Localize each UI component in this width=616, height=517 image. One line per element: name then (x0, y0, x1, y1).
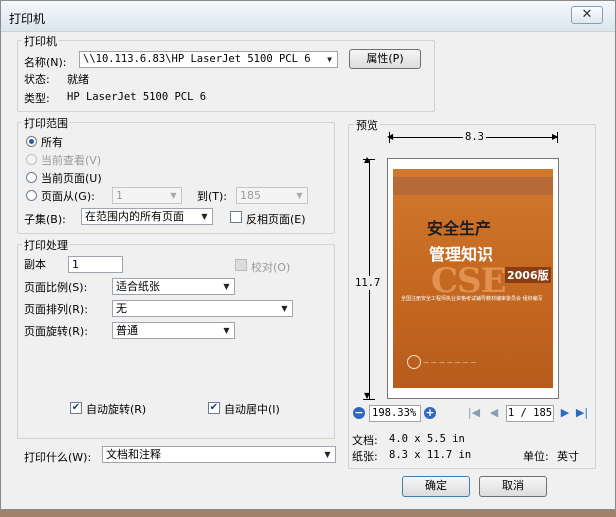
to-page-select: 185 ▼ (236, 187, 308, 204)
auto-rotate-label[interactable]: 自动旋转(R) (86, 401, 146, 417)
paper-size-value: 8.3 x 11.7 in (389, 449, 472, 461)
radio-pages-from[interactable] (26, 190, 37, 201)
copies-value: 1 (72, 258, 79, 271)
chevron-down-icon: ▼ (327, 55, 332, 64)
unit-label: 单位: (523, 450, 549, 463)
width-tick-right (557, 132, 558, 143)
radio-all[interactable] (26, 136, 37, 147)
publisher-logo-icon (407, 355, 421, 369)
publisher-line: — — — — — — — (423, 359, 477, 366)
cover-subtitle: 全国注册安全工程师执业资格考试辅导教材编审委员会 组织编写 (401, 296, 543, 302)
properties-button[interactable]: 属性(P) (349, 49, 421, 69)
unit-value: 英寸 (557, 450, 579, 463)
printer-name-value: \\10.113.6.83\HP LaserJet 5100 PCL 6 (83, 53, 311, 65)
auto-center-label[interactable]: 自动居中(I) (224, 401, 280, 417)
auto-rotate-checkbox[interactable]: ✔ (70, 402, 82, 414)
subset-value: 在范围内的所有页面 (85, 210, 184, 223)
close-button[interactable]: ✕ (571, 6, 603, 24)
page-scale-select[interactable]: 适合纸张 ▼ (112, 278, 235, 295)
book-cover-image: 安全生产 管理知识 CSE 2006版 全国注册安全工程师执业资格考试辅导教材编… (393, 169, 553, 388)
zoom-out-icon[interactable]: − (353, 407, 365, 419)
to-page-value: 185 (240, 189, 261, 202)
copies-input[interactable]: 1 (68, 256, 123, 273)
chevron-down-icon: ▼ (223, 282, 230, 291)
chevron-down-icon: ▼ (296, 191, 303, 200)
to-label: 到(T): (197, 190, 228, 203)
radio-current-page[interactable] (26, 172, 37, 183)
reverse-pages-label[interactable]: 反相页面(E) (246, 211, 306, 227)
radio-pages-from-label[interactable]: 页面从(G): (41, 188, 95, 204)
cover-edition: 2006版 (505, 267, 551, 283)
copies-label: 副本 (24, 258, 46, 271)
zoom-in-icon[interactable]: + (424, 407, 436, 419)
print-what-label: 打印什么(W): (24, 451, 92, 464)
title-bar: 打印机 ✕ (1, 1, 615, 32)
width-dimension-value: 8.3 (463, 131, 486, 143)
window-title: 打印机 (9, 12, 46, 26)
page-arrange-label: 页面排列(R): (24, 303, 88, 316)
chevron-down-icon: ▼ (281, 304, 288, 313)
document-size-value: 4.0 x 5.5 in (389, 433, 465, 445)
printer-group-label: 打印机 (22, 33, 59, 49)
subset-label: 子集(B): (24, 213, 66, 226)
print-what-value: 文档和注释 (106, 448, 161, 461)
cover-top-band (393, 177, 553, 195)
page-arrange-select[interactable]: 无 ▼ (112, 300, 293, 317)
width-arrow-left-icon: ◀ (387, 132, 394, 141)
print-range-label: 打印范围 (22, 115, 70, 131)
reverse-pages-checkbox[interactable] (230, 211, 242, 223)
radio-current-view-label: 当前查看(V) (41, 154, 102, 167)
page-rotate-label: 页面旋转(R): (24, 325, 88, 338)
collate-label: 校对(O) (251, 261, 291, 274)
print-dialog: 打印机 ✕ 打印机 名称(N): \\10.113.6.83\HP LaserJ… (0, 0, 616, 510)
type-value: HP LaserJet 5100 PCL 6 (67, 91, 207, 103)
height-dimension-value: 11.7 (355, 276, 381, 290)
ok-button[interactable]: 确定 (402, 476, 470, 497)
from-page-select: 1 ▼ (112, 187, 182, 204)
collate-checkbox (235, 259, 247, 271)
page-rotate-select[interactable]: 普通 ▼ (112, 322, 235, 339)
chevron-down-icon: ▼ (170, 191, 177, 200)
cancel-button[interactable]: 取消 (479, 476, 547, 497)
page-scale-value: 适合纸张 (116, 280, 160, 293)
page-number-input[interactable]: 1 / 185 (506, 405, 554, 422)
radio-current-page-label[interactable]: 当前页面(U) (41, 170, 102, 186)
subset-select[interactable]: 在范围内的所有页面 ▼ (81, 208, 213, 225)
page-arrange-value: 无 (116, 302, 127, 315)
print-what-select[interactable]: 文档和注释 ▼ (102, 446, 336, 463)
page-rotate-value: 普通 (116, 324, 138, 337)
auto-center-checkbox[interactable]: ✔ (208, 402, 220, 414)
height-tick-top (363, 159, 375, 160)
printer-name-label: 名称(N): (24, 56, 67, 69)
last-page-icon[interactable]: ▶| (575, 406, 589, 420)
type-label: 类型: (24, 92, 50, 105)
document-size-label: 文档: (352, 434, 378, 447)
first-page-icon[interactable]: |◀ (467, 406, 481, 420)
chevron-down-icon: ▼ (223, 326, 230, 335)
print-handling-label: 打印处理 (22, 237, 70, 253)
cover-title-line1: 安全生产 (427, 219, 492, 238)
printer-name-select[interactable]: \\10.113.6.83\HP LaserJet 5100 PCL 6 ▼ (79, 51, 338, 68)
prev-page-icon[interactable]: ◀ (487, 406, 501, 420)
status-value: 就绪 (67, 73, 89, 86)
width-tick-left (389, 132, 390, 143)
chevron-down-icon: ▼ (324, 450, 331, 459)
next-page-icon[interactable]: ▶ (558, 406, 572, 420)
preview-label: 预览 (354, 117, 380, 133)
chevron-down-icon: ▼ (201, 212, 208, 221)
from-page-value: 1 (116, 189, 123, 202)
page-scale-label: 页面比例(S): (24, 281, 88, 294)
radio-all-label[interactable]: 所有 (41, 134, 63, 150)
zoom-value: 198.33% (372, 407, 417, 419)
paper-size-label: 纸张: (352, 450, 378, 463)
height-tick-bottom (363, 399, 375, 400)
zoom-input[interactable]: 198.33% (369, 405, 421, 422)
status-label: 状态: (24, 73, 50, 86)
radio-current-view (26, 154, 37, 165)
page-number-value: 1 / 185 (507, 407, 553, 419)
